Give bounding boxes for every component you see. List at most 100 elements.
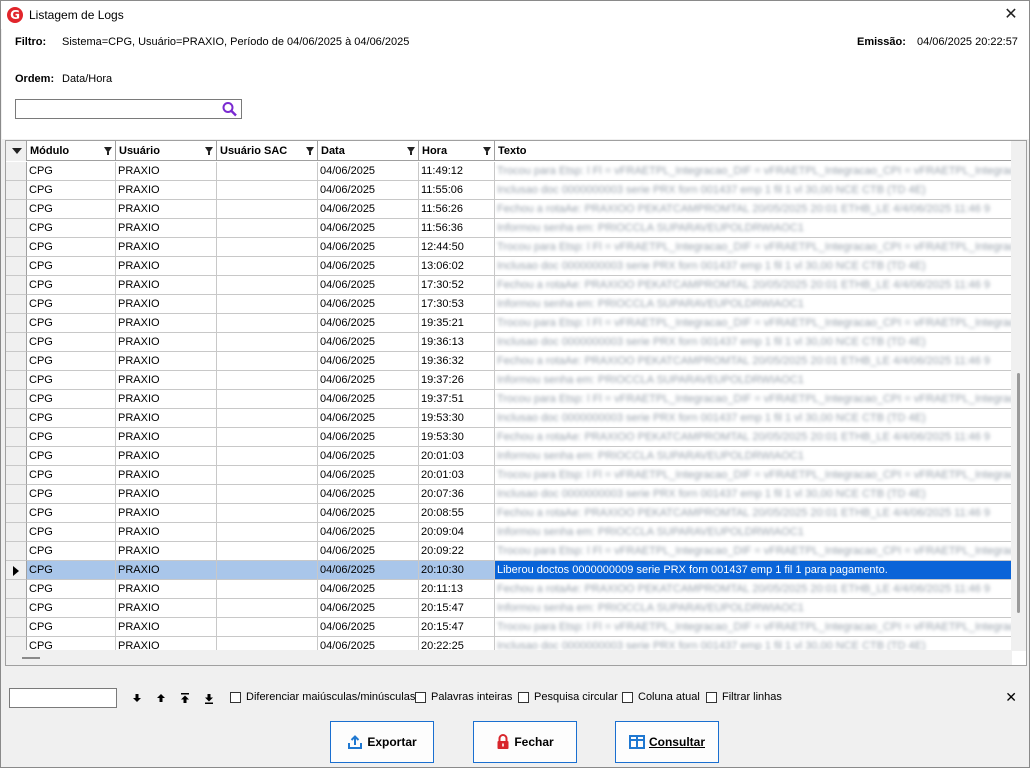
find-next-button[interactable] [130,691,144,705]
row-indicator[interactable] [6,561,27,580]
cell-hora[interactable]: 20:15:47 [419,618,495,637]
row-indicator[interactable] [6,238,27,257]
row-indicator[interactable] [6,371,27,390]
cell-hora[interactable]: 11:55:06 [419,181,495,200]
column-header-hora[interactable]: Hora [419,141,495,161]
cell-usuario[interactable]: PRAXIO [116,314,217,333]
find-last-button[interactable] [202,691,216,705]
table-row[interactable]: CPG PRAXIO 04/06/2025 12:44:50 Trocou para E… [6,238,1012,257]
cell-hora[interactable]: 20:09:04 [419,523,495,542]
cell-modulo[interactable]: CPG [27,523,116,542]
cell-texto[interactable]: Trocou para Etsp: l Fl = vFRAETPL_Integr… [495,390,1012,409]
option-filter-rows[interactable]: Filtrar linhas [706,691,782,703]
cell-modulo[interactable]: CPG [27,333,116,352]
vertical-scrollbar-thumb[interactable] [1017,373,1020,613]
cell-texto[interactable]: Inclusao doc 0000000003 serie PRX forn 0… [495,409,1012,428]
cell-data[interactable]: 04/06/2025 [318,276,419,295]
cell-modulo[interactable]: CPG [27,561,116,580]
cell-usuario[interactable]: PRAXIO [116,390,217,409]
table-row[interactable]: CPG PRAXIO 04/06/2025 20:01:03 Trocou para E… [6,466,1012,485]
cell-usuario[interactable]: PRAXIO [116,200,217,219]
cell-texto[interactable]: Inclusao doc 0000000003 serie PRX forn 0… [495,257,1012,276]
cell-sac[interactable] [217,333,318,352]
row-indicator[interactable] [6,428,27,447]
cell-sac[interactable] [217,295,318,314]
cell-modulo[interactable]: CPG [27,409,116,428]
row-indicator[interactable] [6,599,27,618]
cell-modulo[interactable]: CPG [27,504,116,523]
row-indicator[interactable] [6,504,27,523]
cell-usuario[interactable]: PRAXIO [116,466,217,485]
cell-data[interactable]: 04/06/2025 [318,295,419,314]
cell-sac[interactable] [217,276,318,295]
query-button[interactable]: Consultar [615,721,719,763]
option-current-column[interactable]: Coluna atual [622,691,700,703]
cell-texto[interactable]: Fechou a rotaAe: PRAXIOO PEKATCAMPROMTAL… [495,580,1012,599]
cell-hora[interactable]: 19:53:30 [419,409,495,428]
cell-hora[interactable]: 19:35:21 [419,314,495,333]
cell-modulo[interactable]: CPG [27,485,116,504]
cell-data[interactable]: 04/06/2025 [318,485,419,504]
cell-hora[interactable]: 20:09:22 [419,542,495,561]
export-button[interactable]: Exportar [330,721,434,763]
table-row[interactable]: CPG PRAXIO 04/06/2025 17:30:52 Fechou a rota… [6,276,1012,295]
cell-texto[interactable]: Fechou a rotaAe: PRAXIOO PEKATCAMPROMTAL… [495,428,1012,447]
row-indicator[interactable] [6,314,27,333]
row-indicator[interactable] [6,352,27,371]
cell-modulo[interactable]: CPG [27,599,116,618]
cell-texto[interactable]: Informou senha em: PRIOCCLA SUPARAVEUPOL… [495,371,1012,390]
cell-modulo[interactable]: CPG [27,181,116,200]
cell-sac[interactable] [217,523,318,542]
checkbox[interactable] [622,691,633,703]
header-menu-button[interactable] [6,141,27,161]
cell-usuario[interactable]: PRAXIO [116,580,217,599]
cell-data[interactable]: 04/06/2025 [318,542,419,561]
cell-sac[interactable] [217,162,318,181]
cell-sac[interactable] [217,504,318,523]
find-input[interactable] [9,688,117,708]
cell-usuario[interactable]: PRAXIO [116,257,217,276]
cell-sac[interactable] [217,238,318,257]
cell-data[interactable]: 04/06/2025 [318,504,419,523]
cell-data[interactable]: 04/06/2025 [318,466,419,485]
cell-usuario[interactable]: PRAXIO [116,485,217,504]
cell-data[interactable]: 04/06/2025 [318,371,419,390]
cell-sac[interactable] [217,200,318,219]
cell-hora[interactable]: 11:49:12 [419,162,495,181]
option-whole-words[interactable]: Palavras inteiras [415,691,512,703]
logs-grid[interactable]: Módulo Usuário Usuário SAC Data Hora Tex… [5,140,1027,666]
find-first-button[interactable] [178,691,192,705]
table-row[interactable]: CPG PRAXIO 04/06/2025 20:09:04 Informou senh… [6,523,1012,542]
table-row[interactable]: CPG PRAXIO 04/06/2025 20:08:55 Fechou a rota… [6,504,1012,523]
cell-sac[interactable] [217,314,318,333]
cell-texto[interactable]: Informou senha em: PRIOCCLA SUPARAVEUPOL… [495,295,1012,314]
table-row[interactable]: CPG PRAXIO 04/06/2025 19:37:26 Informou senh… [6,371,1012,390]
search-input[interactable] [15,99,242,119]
table-row[interactable]: CPG PRAXIO 04/06/2025 20:10:30 Liberou docto… [6,561,1012,580]
row-indicator[interactable] [6,542,27,561]
cell-hora[interactable]: 17:30:53 [419,295,495,314]
cell-data[interactable]: 04/06/2025 [318,561,419,580]
table-row[interactable]: CPG PRAXIO 04/06/2025 13:06:02 Inclusao doc … [6,257,1012,276]
cell-data[interactable]: 04/06/2025 [318,352,419,371]
cell-usuario[interactable]: PRAXIO [116,219,217,238]
cell-texto[interactable]: Informou senha em: PRIOCCLA SUPARAVEUPOL… [495,219,1012,238]
cell-usuario[interactable]: PRAXIO [116,333,217,352]
column-header-data[interactable]: Data [318,141,419,161]
table-row[interactable]: CPG PRAXIO 04/06/2025 17:30:53 Informou senh… [6,295,1012,314]
cell-usuario[interactable]: PRAXIO [116,542,217,561]
row-indicator[interactable] [6,219,27,238]
cell-modulo[interactable]: CPG [27,276,116,295]
checkbox[interactable] [230,691,241,703]
close-find-bar-icon[interactable]: ✕ [1005,689,1017,706]
cell-data[interactable]: 04/06/2025 [318,162,419,181]
cell-sac[interactable] [217,409,318,428]
cell-modulo[interactable]: CPG [27,238,116,257]
cell-modulo[interactable]: CPG [27,200,116,219]
filter-icon[interactable] [306,147,314,155]
checkbox[interactable] [518,691,529,703]
cell-sac[interactable] [217,428,318,447]
row-indicator[interactable] [6,257,27,276]
option-circular-search[interactable]: Pesquisa circular [518,691,618,703]
table-row[interactable]: CPG PRAXIO 04/06/2025 19:53:30 Fechou a rota… [6,428,1012,447]
